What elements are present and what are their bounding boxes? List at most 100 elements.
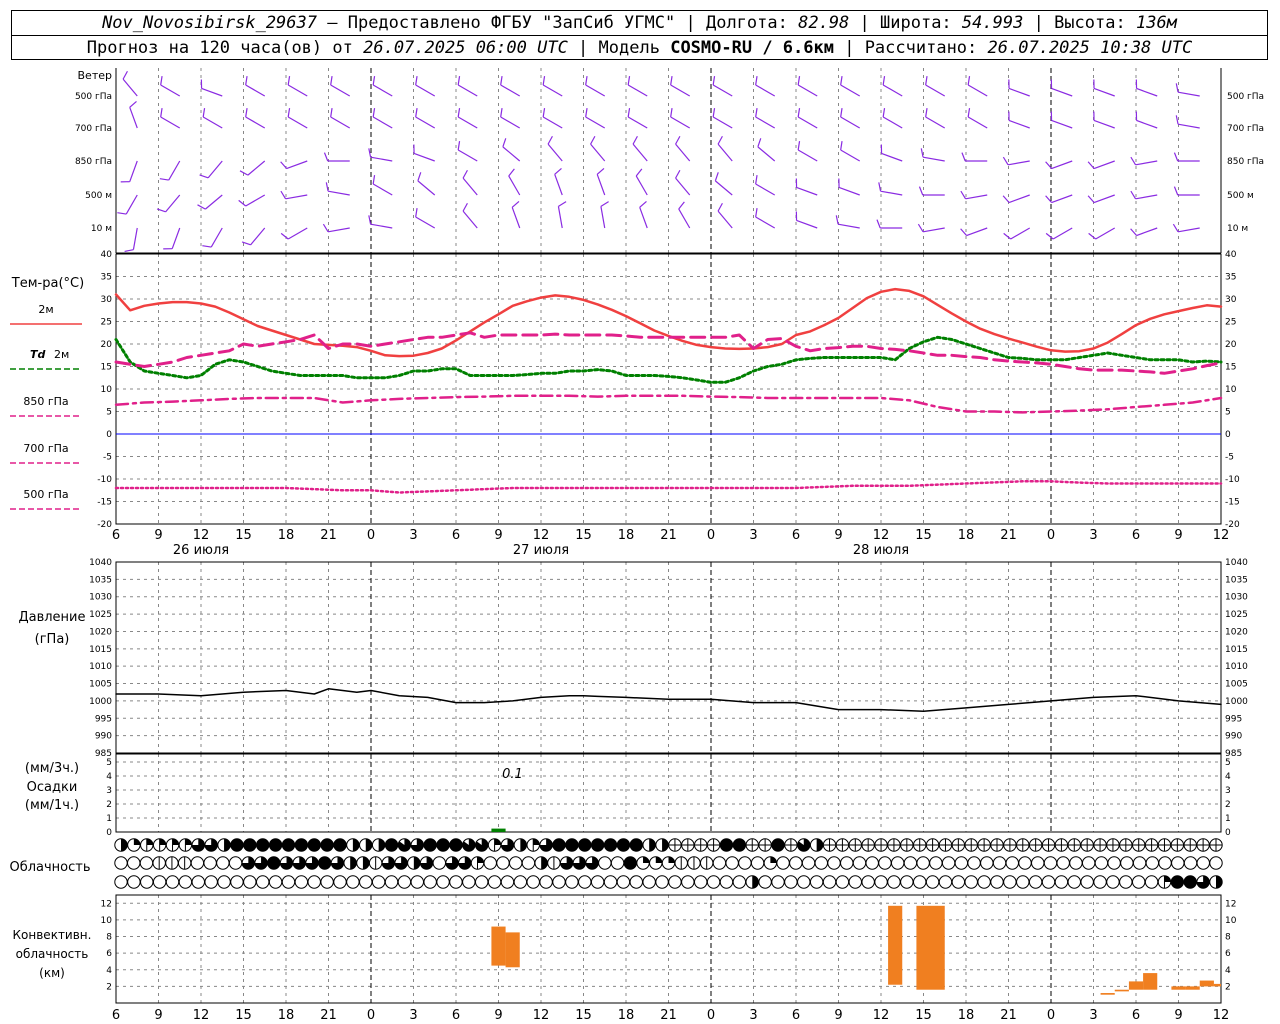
wind-barb-feather [714, 172, 719, 182]
conv-ytick-right: 10 [1225, 916, 1237, 926]
wind-barb-feather [287, 76, 291, 86]
cloud-symbol [900, 875, 914, 889]
wind-barb-shaft [755, 84, 776, 97]
wind-barb-feather [639, 200, 647, 208]
temp-legend-label-td2m: 2м [54, 348, 69, 361]
wind-barb-shaft [330, 116, 351, 129]
temp-ytick-left: -5 [103, 453, 112, 463]
conv-ytick-right: 6 [1225, 949, 1231, 959]
wind-barb-feather [1173, 152, 1179, 162]
cloud-symbol [967, 856, 981, 870]
wind-barb-shaft [547, 143, 563, 162]
pressure-ytick-right: 1020 [1225, 627, 1248, 637]
wind-barb-feather [840, 108, 843, 118]
conv-xtick: 12 [873, 1008, 890, 1023]
cloud-symbol [397, 875, 412, 889]
cloud-symbol [307, 875, 321, 889]
wind-barb-shaft [330, 84, 351, 97]
wind-barb-shaft [415, 84, 436, 97]
cloud-symbol [887, 875, 901, 889]
cloud-symbol [706, 875, 721, 889]
cloud-symbol [346, 875, 360, 889]
cloud-symbol [848, 875, 862, 889]
cloud-symbol [216, 856, 230, 870]
conv-xtick: 15 [575, 1008, 592, 1023]
cloud-symbol [281, 838, 296, 852]
wind-barb-shaft [165, 194, 181, 213]
cloud-symbol [992, 856, 1007, 870]
cloud-symbol [616, 838, 631, 852]
cloud-symbol [509, 856, 523, 870]
wind-barb-shaft [1052, 227, 1073, 240]
wind-barb-shaft [840, 116, 861, 129]
wind-barb-shaft [1177, 227, 1200, 233]
wind-barb-shaft [837, 223, 860, 229]
cloud-symbol [1120, 856, 1134, 870]
cloud-symbol-fill [365, 838, 372, 852]
wind-barb-feather [882, 108, 886, 118]
wind-barb-shaft [1095, 227, 1116, 240]
pressure-ytick-left: 1030 [89, 593, 112, 603]
wind-barb-shaft [925, 116, 946, 129]
conv-bar [1213, 983, 1221, 987]
wind-barb-shaft [210, 227, 223, 248]
pressure-ytick-right: 1005 [1225, 680, 1248, 690]
wind-barb-feather [596, 167, 605, 175]
temp-xtick: 6 [792, 528, 800, 543]
cloud-symbol [732, 838, 747, 852]
wind-barb-shaft [160, 116, 181, 129]
wind-barb-shaft [462, 177, 478, 196]
wind-barb-shaft [967, 84, 988, 97]
wind-barb-feather [202, 108, 206, 118]
cloud-symbol [771, 838, 785, 852]
cloud-symbol [668, 875, 682, 889]
conv-xtick: 0 [707, 1008, 715, 1023]
temp-xtick: 15 [235, 528, 252, 543]
pressure-title: Давление [18, 610, 85, 625]
cloud-symbol [1081, 856, 1096, 870]
wind-level-left: 500 гПа [75, 92, 112, 102]
cloud-symbol [916, 856, 930, 870]
temp-ytick-right: 25 [1225, 318, 1236, 328]
cloud-symbol [629, 838, 643, 852]
cloud-symbol [590, 838, 605, 852]
precip-ytick-right: 0 [1225, 828, 1231, 838]
precip-ytick-left: 1 [106, 814, 112, 824]
temp-xtick: 3 [1089, 528, 1097, 543]
wind-barb-feather [368, 148, 372, 158]
cloud-symbol [1031, 856, 1045, 870]
wind-barb-shaft [796, 186, 818, 196]
cloud-symbol-fill [541, 856, 548, 870]
cloud-symbol-fill [668, 856, 675, 863]
wind-barb-shaft [755, 183, 776, 196]
cloud-symbol [1043, 856, 1058, 870]
wind-barb-shaft [838, 186, 860, 196]
wind-barb-feather [717, 135, 723, 145]
wind-barb-feather [1173, 186, 1179, 196]
wind-level-right: 700 гПа [1227, 124, 1264, 134]
wind-barb-shaft [880, 190, 903, 196]
temp-xtick: 6 [452, 528, 460, 543]
cloud-symbol-fill [1216, 875, 1223, 889]
cloud-symbol [719, 875, 734, 889]
temp-legend-label-t850: 850 гПа [23, 395, 68, 408]
cloud-symbol [977, 875, 991, 889]
cloud-symbol [1183, 875, 1197, 889]
wind-barb-feather [368, 215, 372, 225]
wind-level-left: 700 гПа [75, 124, 112, 134]
wind-barb-shaft [797, 149, 818, 162]
wind-barb-shaft [840, 84, 861, 97]
wind-barb-feather [238, 199, 247, 207]
wind-barb-shaft [554, 174, 563, 196]
wind-barb-feather [245, 108, 248, 118]
cloud-symbol [294, 875, 309, 889]
wind-barb-feather [280, 161, 288, 169]
wind-barb-shaft [1136, 87, 1158, 97]
wind-barb-shaft [1177, 91, 1200, 97]
wind-barb-shaft [922, 156, 945, 162]
wind-barb-shaft [1008, 87, 1030, 97]
wind-barb-feather [1002, 156, 1009, 166]
cloud-symbol [462, 875, 476, 889]
wind-barb-shaft [925, 84, 946, 97]
conv-xtick: 18 [278, 1008, 295, 1023]
